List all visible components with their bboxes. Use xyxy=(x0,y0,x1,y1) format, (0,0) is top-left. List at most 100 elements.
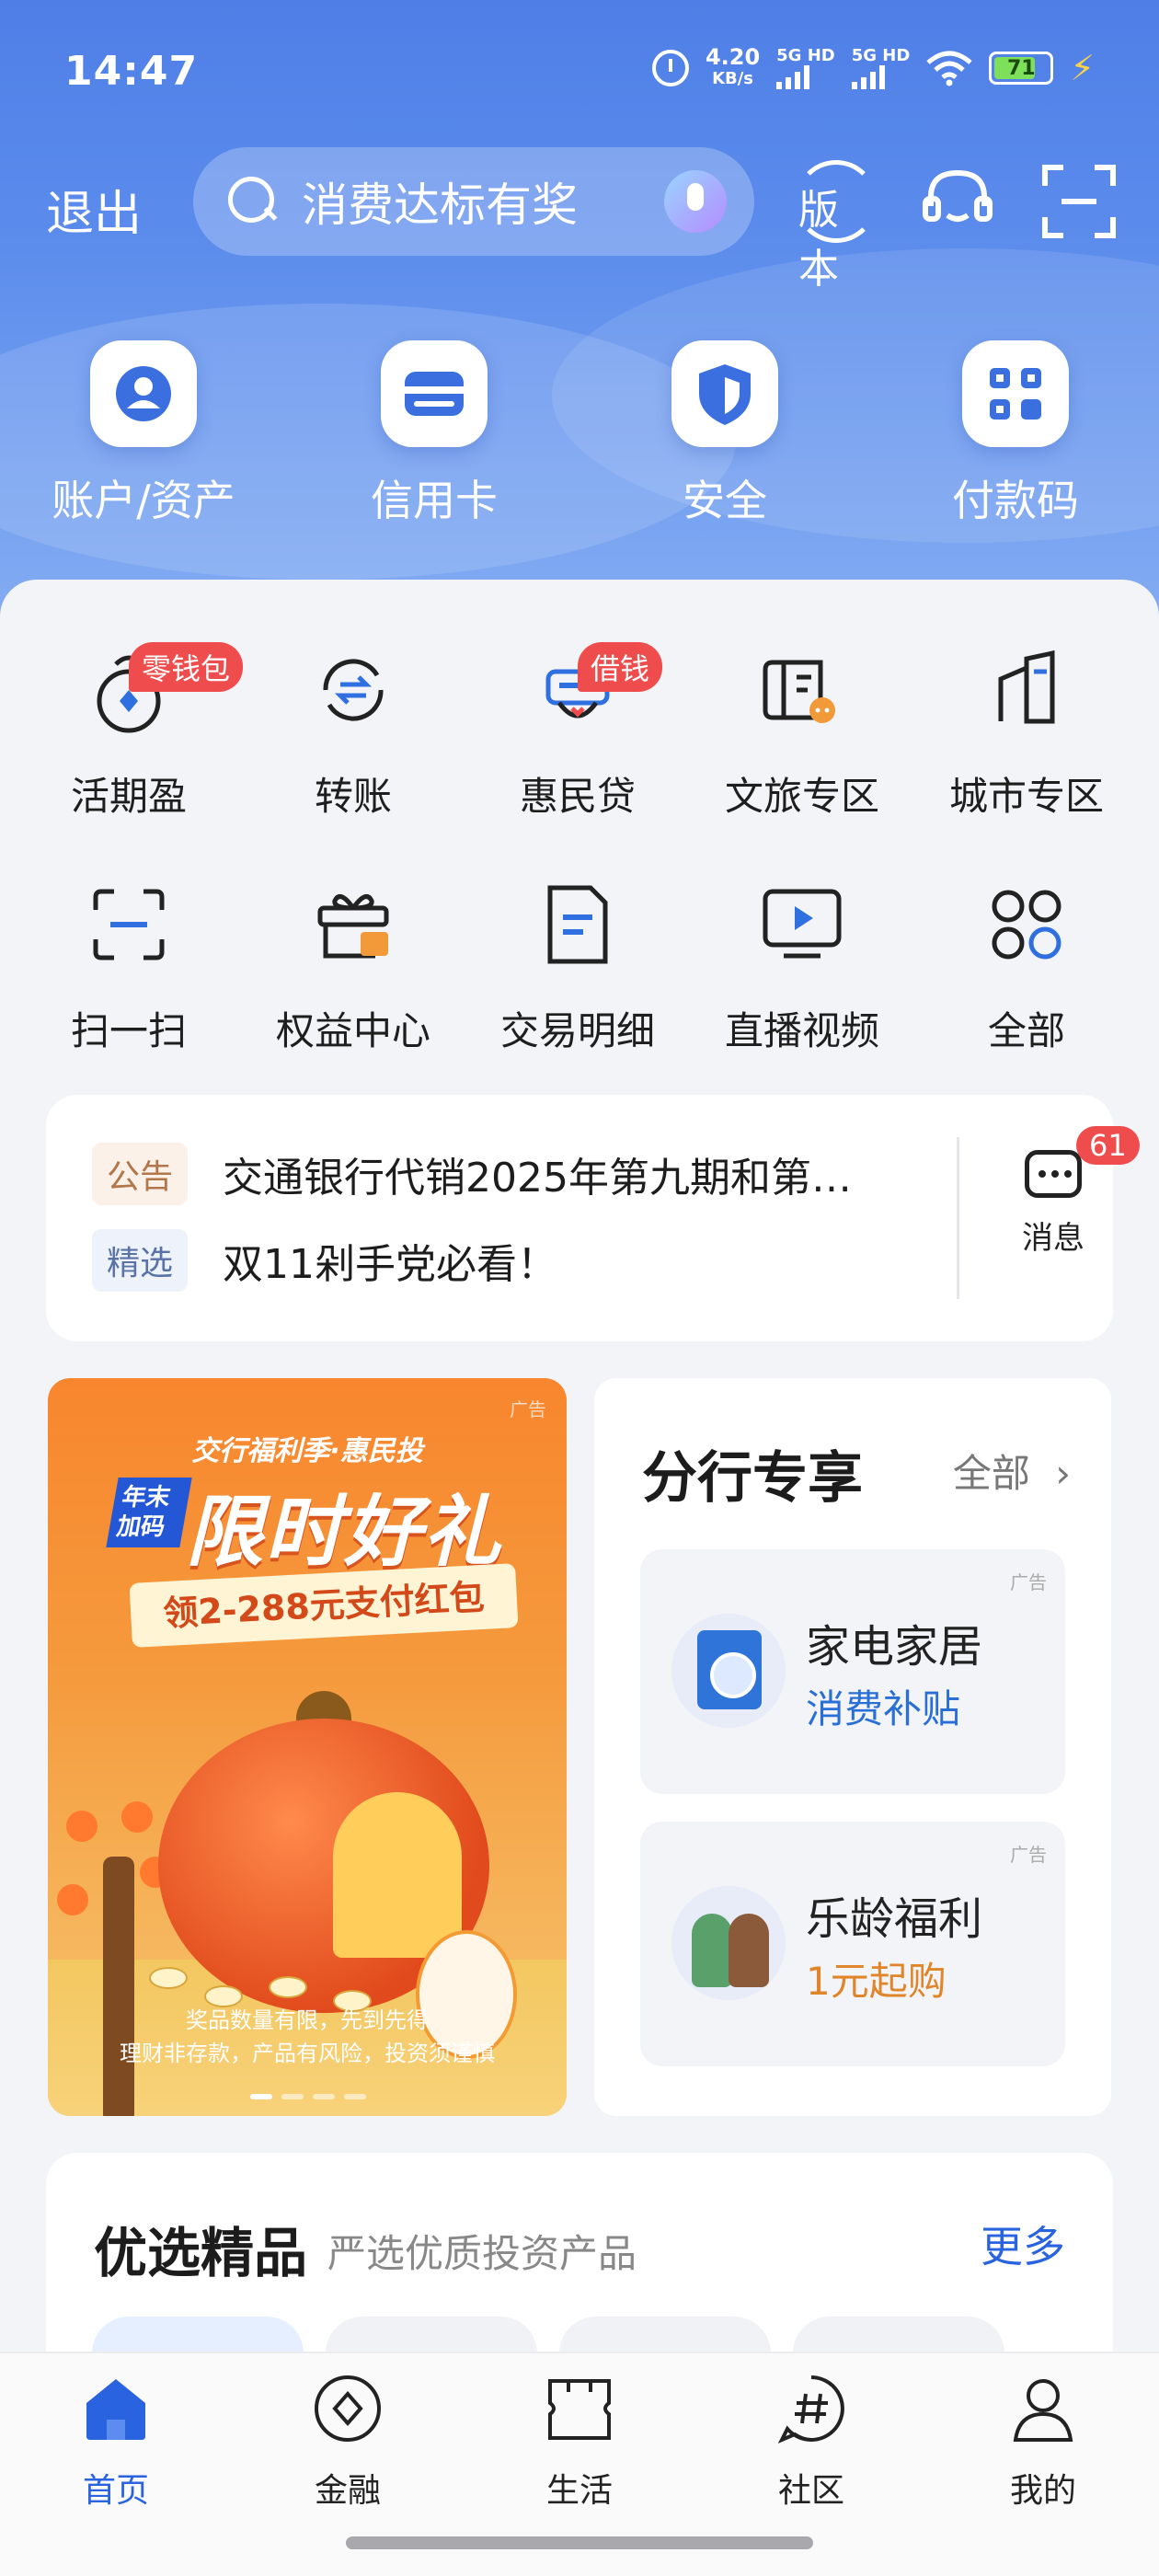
charging-icon: ⚡ xyxy=(1070,48,1095,88)
document-icon xyxy=(547,885,608,964)
battery-level: 71 xyxy=(1007,56,1036,80)
customer-service-icon[interactable] xyxy=(916,160,999,243)
service-label: 交易明细 xyxy=(499,1008,655,1053)
signal-sim1-icon: 5G HD xyxy=(776,47,835,89)
tab-label: 生活 xyxy=(545,2472,613,2510)
service-transactions[interactable]: 交易明细 xyxy=(463,879,693,1056)
home-indicator[interactable] xyxy=(346,2536,813,2549)
notice-tag: 公告 xyxy=(92,1143,189,1205)
offer-subtitle: 1元起购 xyxy=(806,1959,947,2004)
notice-tag: 精选 xyxy=(92,1229,189,1292)
top-bar: 退出 消费达标有奖 版本 xyxy=(0,147,1159,293)
branch-all-link[interactable]: 全部 › xyxy=(953,1443,1071,1499)
more-link[interactable]: 更多 xyxy=(981,2214,1065,2274)
service-label: 全部 xyxy=(987,1008,1065,1053)
ad-tag: 广告 xyxy=(510,1398,546,1420)
notice-row[interactable]: 公告 交通银行代销2025年第九期和第… xyxy=(92,1143,894,1205)
service-city[interactable]: 城市专区 xyxy=(912,644,1142,822)
tab-label: 社区 xyxy=(777,2472,844,2510)
life-icon xyxy=(548,2379,611,2440)
notice-text: 交通银行代销2025年第九期和第… xyxy=(223,1155,852,1202)
gift-icon xyxy=(317,894,389,959)
community-icon xyxy=(777,2375,844,2444)
promo-badge: 年末加码 xyxy=(106,1478,192,1547)
messages-button[interactable]: 61 消息 xyxy=(1003,1126,1140,1258)
all-apps-icon xyxy=(992,890,1061,960)
promo-headline: 限时好礼 xyxy=(186,1487,503,1577)
wifi-icon xyxy=(926,51,972,86)
tab-label: 我的 xyxy=(1009,2472,1076,2510)
service-label: 文旅专区 xyxy=(724,774,879,819)
message-count-badge: 61 xyxy=(1076,1126,1140,1165)
travel-icon xyxy=(763,660,835,723)
city-icon xyxy=(998,650,1055,724)
status-time: 14:47 xyxy=(64,48,199,95)
scan-icon xyxy=(93,889,165,960)
service-loan[interactable]: 惠民贷 借钱 xyxy=(463,642,693,822)
network-speed-unit: KB/s xyxy=(712,69,754,88)
tab-community[interactable]: 社区 xyxy=(729,2372,894,2512)
shield-icon xyxy=(671,340,778,447)
service-all[interactable]: 全部 xyxy=(912,879,1142,1056)
sim1-label: 5G HD xyxy=(776,46,835,65)
signal-sim2-icon: 5G HD xyxy=(851,47,910,89)
promo-footer-line: 理财非存款，产品有风险，投资须谨慎 xyxy=(120,2041,495,2066)
notice-card: 公告 交通银行代销2025年第九期和第… 精选 双11剁手党必看！ 61 消息 xyxy=(46,1095,1140,1341)
section-title: 优选精品 xyxy=(94,2222,308,2284)
service-scan[interactable]: 扫一扫 xyxy=(14,879,244,1056)
service-label: 惠民贷 xyxy=(519,774,636,819)
search-input[interactable]: 消费达标有奖 xyxy=(193,147,754,256)
tab-finance[interactable]: 金融 xyxy=(265,2372,430,2512)
divider xyxy=(957,1137,959,1299)
branch-title: 分行专享 xyxy=(642,1446,863,1511)
branch-offer-card[interactable]: 广告 乐龄福利 1元起购 xyxy=(640,1822,1065,2066)
promo-footer-line: 奖品数量有限，先到先得 xyxy=(186,2007,429,2033)
video-icon xyxy=(763,889,842,959)
tab-label: 金融 xyxy=(314,2472,381,2510)
scan-icon[interactable] xyxy=(1038,160,1120,243)
alarm-icon xyxy=(651,50,689,86)
notice-text: 双11剁手党必看！ xyxy=(223,1241,558,1288)
credit-card-icon xyxy=(381,340,488,447)
status-bar: 14:47 4.20 KB/s 5G HD 5G HD 71 ⚡ xyxy=(0,37,1159,110)
service-travel[interactable]: 文旅专区 xyxy=(687,644,917,822)
ad-tag: 广告 xyxy=(1010,1844,1047,1866)
quick-action-security[interactable]: 安全 xyxy=(614,340,835,528)
finance-icon xyxy=(315,2375,381,2442)
branch-exclusive-card: 分行专享 全部 › 广告 家电家居 消费补贴 广告 乐龄福利 1元起购 xyxy=(594,1378,1111,2116)
section-subtitle: 严选优质投资产品 xyxy=(327,2231,637,2276)
account-icon xyxy=(90,340,197,447)
branch-all-label: 全部 xyxy=(952,1451,1030,1496)
messages-label: 消息 xyxy=(1022,1220,1084,1257)
voice-search-icon[interactable] xyxy=(664,170,727,233)
tab-home[interactable]: 首页 xyxy=(33,2372,199,2512)
exit-button[interactable]: 退出 xyxy=(46,175,142,244)
quick-action-pay-code[interactable]: 付款码 xyxy=(905,340,1126,528)
service-benefits[interactable]: 权益中心 xyxy=(238,879,468,1056)
service-live-video[interactable]: 直播视频 xyxy=(687,879,917,1056)
quick-action-label: 安全 xyxy=(683,476,767,525)
promo-banner[interactable]: 广告 交行福利季·惠民投 限时好礼 年末加码 领2-288元支付红包 奖品数量有… xyxy=(48,1378,567,2116)
branch-offer-card[interactable]: 广告 家电家居 消费补贴 xyxy=(640,1549,1065,1794)
ad-tag: 广告 xyxy=(1010,1571,1047,1593)
service-badge: 零钱包 xyxy=(129,642,244,692)
message-icon xyxy=(1025,1150,1082,1198)
search-icon xyxy=(228,177,278,226)
carousel-indicator xyxy=(250,2094,366,2099)
promo-subtitle: 交行福利季·惠民投 xyxy=(191,1435,423,1467)
tab-life[interactable]: 生活 xyxy=(497,2372,662,2512)
quick-action-account[interactable]: 账户/资产 xyxy=(33,340,254,528)
version-switch-button[interactable]: 版本 xyxy=(795,160,878,293)
service-label: 权益中心 xyxy=(275,1008,430,1053)
offer-title: 家电家居 xyxy=(806,1621,983,1673)
service-label: 活期盈 xyxy=(70,774,187,819)
notice-row[interactable]: 精选 双11剁手党必看！ xyxy=(92,1229,894,1292)
service-label: 直播视频 xyxy=(724,1008,879,1053)
tab-mine[interactable]: 我的 xyxy=(960,2372,1126,2512)
quick-action-label: 信用卡 xyxy=(371,476,498,525)
service-transfer[interactable]: 转账 xyxy=(238,644,468,822)
quick-action-credit-card[interactable]: 信用卡 xyxy=(324,340,545,528)
promo-footer: 奖品数量有限，先到先得 理财非存款，产品有风险，投资须谨慎 xyxy=(48,2004,567,2070)
network-speed: 4.20 KB/s xyxy=(706,46,760,90)
service-savings[interactable]: 活期盈 零钱包 xyxy=(14,642,244,822)
